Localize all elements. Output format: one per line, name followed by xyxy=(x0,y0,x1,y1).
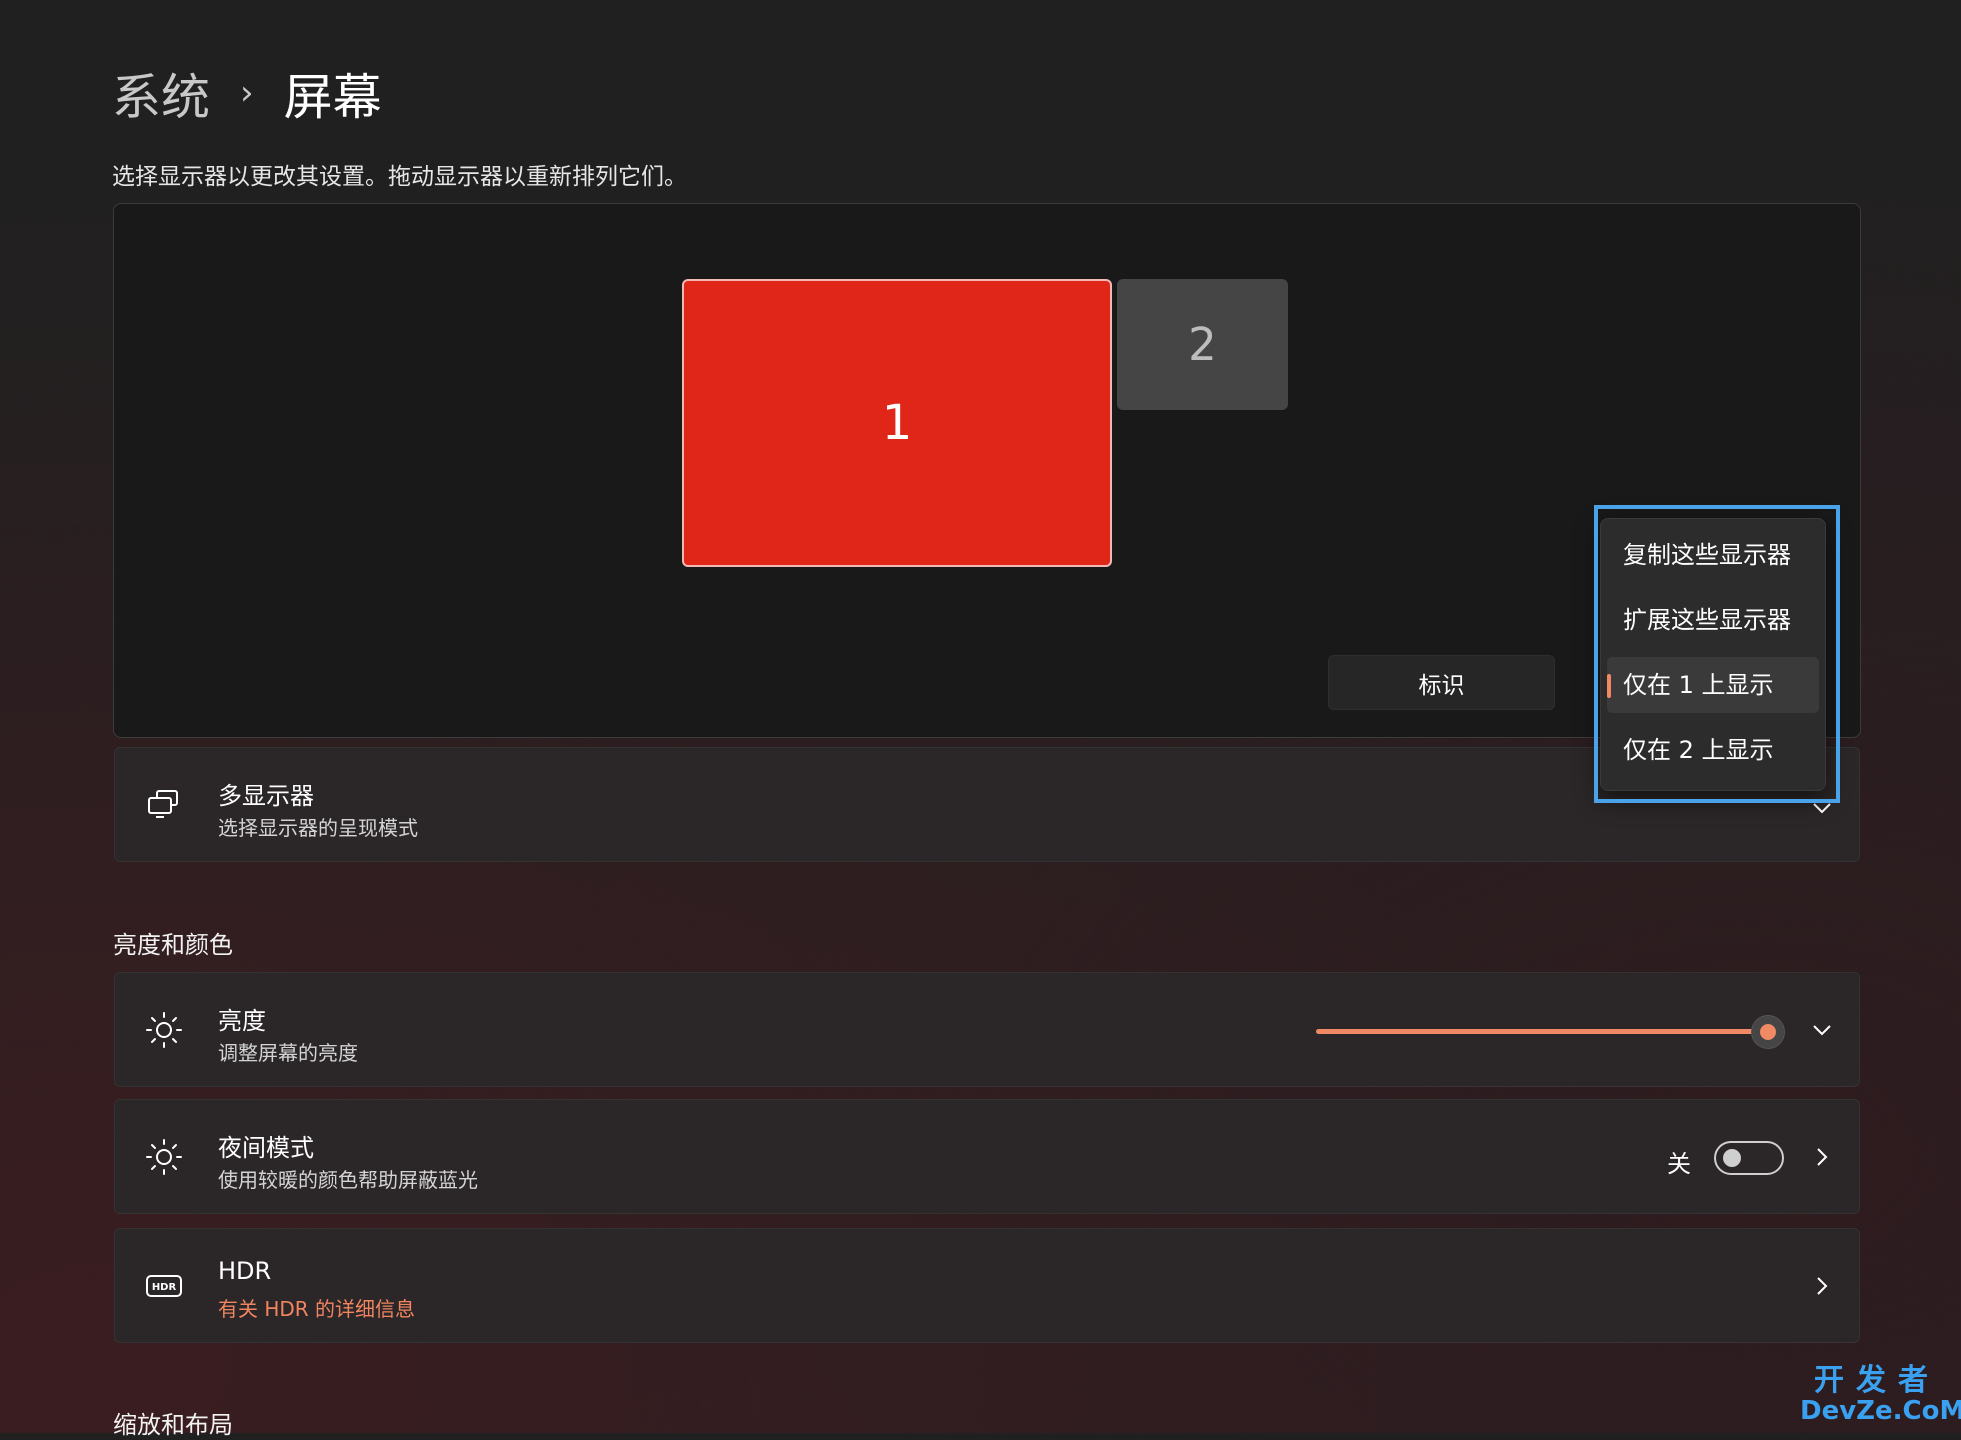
identify-button[interactable]: 标识 xyxy=(1328,655,1555,710)
sun-icon xyxy=(146,1012,182,1048)
brightness-color-heading: 亮度和颜色 xyxy=(113,931,233,959)
brightness-slider-track[interactable] xyxy=(1316,1029,1767,1034)
brightness-subtitle: 调整屏幕的亮度 xyxy=(218,1041,358,1065)
menu-item-only-2[interactable]: 仅在 2 上显示 xyxy=(1607,722,1819,778)
brightness-title: 亮度 xyxy=(218,1007,266,1035)
watermark-line1: 开发者 xyxy=(1814,1363,1940,1398)
chevron-right-icon[interactable] xyxy=(1811,1146,1833,1168)
chevron-down-icon[interactable] xyxy=(1811,1019,1833,1041)
chevron-right-icon[interactable] xyxy=(1811,1275,1833,1297)
chevron-down-icon[interactable] xyxy=(1811,797,1833,819)
night-light-card[interactable]: 夜间模式 使用较暖的颜色帮助屏蔽蓝光 xyxy=(114,1099,1860,1214)
multi-display-title: 多显示器 xyxy=(218,782,314,810)
menu-item-only-1[interactable]: 仅在 1 上显示 xyxy=(1607,657,1819,713)
hdr-title: HDR xyxy=(218,1257,272,1285)
hdr-card[interactable]: HDR HDR 有关 HDR 的详细信息 xyxy=(114,1228,1860,1343)
monitor-2-label: 2 xyxy=(1188,318,1217,371)
night-light-toggle[interactable] xyxy=(1714,1141,1784,1175)
night-light-state-label: 关 xyxy=(1667,1150,1691,1178)
arrangement-description: 选择显示器以更改其设置。拖动显示器以重新排列它们。 xyxy=(112,164,687,190)
night-light-title: 夜间模式 xyxy=(218,1134,314,1162)
toggle-knob xyxy=(1723,1149,1741,1167)
breadcrumb-parent[interactable]: 系统 xyxy=(112,58,210,129)
monitor-1-tile[interactable]: 1 xyxy=(682,279,1112,567)
projection-mode-menu: 复制这些显示器 扩展这些显示器 仅在 1 上显示 仅在 2 上显示 xyxy=(1600,518,1826,791)
night-light-icon xyxy=(146,1139,182,1175)
night-light-subtitle: 使用较暖的颜色帮助屏蔽蓝光 xyxy=(218,1168,478,1192)
page-title: 屏幕 xyxy=(283,68,382,126)
svg-text:HDR: HDR xyxy=(152,1282,177,1293)
hdr-learn-more-link[interactable]: 有关 HDR 的详细信息 xyxy=(218,1293,415,1322)
hdr-icon: HDR xyxy=(146,1275,182,1297)
menu-item-extend[interactable]: 扩展这些显示器 xyxy=(1607,592,1819,648)
brightness-slider-thumb[interactable] xyxy=(1751,1015,1785,1049)
breadcrumb-separator: › xyxy=(240,73,254,113)
multi-monitor-icon xyxy=(148,790,178,818)
breadcrumb: 系统 › 屏幕 xyxy=(112,58,382,128)
monitor-1-label: 1 xyxy=(881,395,913,451)
multi-display-subtitle: 选择显示器的呈现模式 xyxy=(218,816,418,840)
watermark-line2: DevZe.CoM xyxy=(1800,1396,1961,1426)
monitor-2-tile[interactable]: 2 xyxy=(1117,279,1288,410)
scale-layout-heading: 缩放和布局 xyxy=(113,1411,233,1439)
watermark-logo: 开发者 DevZe.CoM xyxy=(1800,1363,1961,1426)
menu-item-duplicate[interactable]: 复制这些显示器 xyxy=(1607,527,1819,583)
multi-display-card[interactable]: 多显示器 选择显示器的呈现模式 xyxy=(114,747,1860,862)
